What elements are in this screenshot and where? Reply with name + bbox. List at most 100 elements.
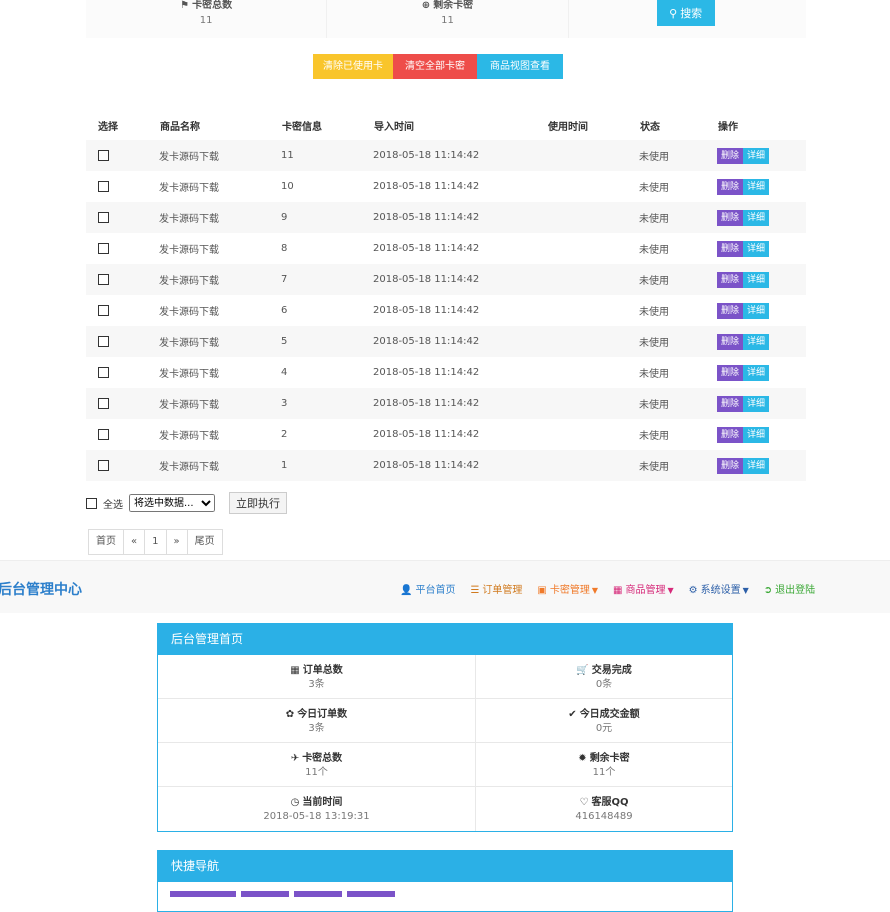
home-stat-label: 今日订单数 bbox=[297, 709, 348, 720]
import-time: 2018-05-18 11:14:42 bbox=[373, 429, 480, 440]
import-time: 2018-05-18 11:14:42 bbox=[373, 305, 480, 316]
product-icon: ▦ bbox=[613, 585, 623, 596]
row-checkbox[interactable] bbox=[98, 366, 109, 378]
card-info: 8 bbox=[281, 243, 288, 254]
row-checkbox[interactable] bbox=[98, 242, 109, 254]
import-time: 2018-05-18 11:14:42 bbox=[373, 336, 480, 347]
product-name: 发卡源码下载 bbox=[159, 400, 219, 411]
detail-button[interactable]: 详细 bbox=[743, 426, 770, 443]
flag-icon: ⚑ bbox=[180, 0, 190, 11]
detail-button[interactable]: 详细 bbox=[743, 147, 770, 164]
delete-button[interactable]: 删除 bbox=[717, 302, 744, 319]
table-row: 发卡源码下载 7 2018-05-18 11:14:42 未使用 删除 详细 bbox=[86, 264, 806, 295]
cards-table: 选择 商品名称 卡密信息 导入时间 使用时间 状态 操作 发卡源码下载 11 201… bbox=[86, 110, 806, 481]
row-checkbox[interactable] bbox=[98, 211, 109, 223]
delete-button[interactable]: 删除 bbox=[717, 333, 744, 350]
detail-button[interactable]: 详细 bbox=[743, 209, 770, 226]
row-checkbox[interactable] bbox=[98, 335, 109, 347]
nav-item[interactable]: ☰ 订单管理 bbox=[470, 581, 522, 596]
row-checkbox[interactable] bbox=[98, 459, 109, 471]
use-time bbox=[547, 140, 639, 171]
status-label: 未使用 bbox=[639, 462, 669, 473]
use-time bbox=[547, 202, 639, 233]
row-checkbox[interactable] bbox=[98, 428, 109, 440]
row-checkbox[interactable] bbox=[98, 397, 109, 409]
use-time bbox=[547, 450, 639, 481]
search-cell: ⚲ 搜索 bbox=[568, 0, 806, 38]
brand-title[interactable]: 后台管理中心 bbox=[0, 579, 82, 599]
card-info: 3 bbox=[281, 398, 288, 409]
delete-button[interactable]: 删除 bbox=[717, 147, 744, 164]
status-label: 未使用 bbox=[639, 307, 669, 318]
check-icon: ✔ bbox=[568, 709, 577, 720]
delete-button[interactable]: 删除 bbox=[717, 240, 744, 257]
page-prev[interactable]: « bbox=[124, 530, 146, 554]
page-last[interactable]: 尾页 bbox=[188, 530, 222, 554]
delete-button[interactable]: 删除 bbox=[717, 178, 744, 195]
clear-used-button[interactable]: 清除已使用卡密 bbox=[313, 54, 393, 97]
nav-item[interactable]: ⚙ 系统设置 ▼ bbox=[689, 581, 749, 596]
home-stat: ♡ 客服QQ 416148489 bbox=[476, 787, 732, 831]
row-checkbox[interactable] bbox=[98, 304, 109, 316]
detail-button[interactable]: 详细 bbox=[743, 395, 770, 412]
quick-nav-button[interactable] bbox=[347, 891, 395, 897]
quick-nav-button[interactable] bbox=[241, 891, 289, 897]
table-row: 发卡源码下载 2 2018-05-18 11:14:42 未使用 删除 详细 bbox=[86, 419, 806, 450]
status-label: 未使用 bbox=[639, 369, 669, 380]
detail-button[interactable]: 详细 bbox=[743, 333, 770, 350]
delete-button[interactable]: 删除 bbox=[717, 209, 744, 226]
search-label: 搜索 bbox=[680, 7, 703, 20]
home-stat: ✈ 卡密总数 11个 bbox=[158, 743, 476, 787]
nav-item[interactable]: ➲ 退出登陆 bbox=[764, 581, 815, 596]
quick-nav-button[interactable] bbox=[170, 891, 236, 897]
detail-button[interactable]: 详细 bbox=[743, 271, 770, 288]
card-info: 10 bbox=[281, 181, 294, 192]
home-stat-value: 2018-05-18 13:19:31 bbox=[263, 811, 370, 822]
row-checkbox[interactable] bbox=[98, 180, 109, 192]
page-current[interactable]: 1 bbox=[145, 530, 167, 554]
col-actions: 操作 bbox=[718, 121, 738, 133]
nav-item[interactable]: ▣ 卡密管理 ▼ bbox=[537, 581, 598, 596]
table-row: 发卡源码下载 9 2018-05-18 11:14:42 未使用 删除 详细 bbox=[86, 202, 806, 233]
home-stats-grid: ▦ 订单总数 3条 🛒 交易完成 0条 ✿ 今日订单数 3条 ✔ 今日成交金额 0元 ✈ 卡密总数 11个 ✹… bbox=[158, 655, 732, 831]
chevron-down-icon: ▼ bbox=[742, 586, 749, 595]
delete-button[interactable]: 删除 bbox=[717, 426, 744, 443]
card-total-label: 卡密总数 bbox=[192, 0, 233, 11]
detail-button[interactable]: 详细 bbox=[743, 302, 770, 319]
product-view-button[interactable]: 商品视图查看 bbox=[477, 54, 563, 79]
detail-button[interactable]: 详细 bbox=[743, 457, 770, 474]
table-row: 发卡源码下载 8 2018-05-18 11:14:42 未使用 删除 详细 bbox=[86, 233, 806, 264]
detail-button[interactable]: 详细 bbox=[743, 240, 770, 257]
table-row: 发卡源码下载 11 2018-05-18 11:14:42 未使用 删除 详细 bbox=[86, 140, 806, 171]
detail-button[interactable]: 详细 bbox=[743, 178, 770, 195]
nav-item-label: 退出登陆 bbox=[775, 585, 816, 596]
use-time bbox=[547, 419, 639, 450]
chevron-down-icon: ▼ bbox=[667, 586, 674, 595]
row-checkbox[interactable] bbox=[98, 273, 109, 285]
row-checkbox[interactable] bbox=[98, 149, 109, 161]
home-panel: 后台管理首页 ▦ 订单总数 3条 🛒 交易完成 0条 ✿ 今日订单数 3条 ✔ 今日成交金额 0元 ✈ 卡… bbox=[157, 623, 733, 832]
delete-button[interactable]: 删除 bbox=[717, 395, 744, 412]
nav-item[interactable]: 👤 平台首页 bbox=[400, 581, 455, 596]
bulk-action-select[interactable]: 将选中数据... bbox=[129, 494, 215, 512]
product-name: 发卡源码下载 bbox=[159, 214, 219, 225]
quick-nav-button[interactable] bbox=[294, 891, 342, 897]
delete-button[interactable]: 删除 bbox=[717, 457, 744, 474]
detail-button[interactable]: 详细 bbox=[743, 364, 770, 381]
clear-all-button[interactable]: 清空全部卡密 bbox=[393, 54, 477, 79]
page-next[interactable]: » bbox=[167, 530, 188, 554]
delete-button[interactable]: 删除 bbox=[717, 364, 744, 381]
page-first[interactable]: 首页 bbox=[89, 530, 124, 554]
import-time: 2018-05-18 11:14:42 bbox=[373, 181, 480, 192]
home-stat-label: 交易完成 bbox=[591, 665, 632, 676]
card-remaining-value: 11 bbox=[441, 15, 454, 26]
import-time: 2018-05-18 11:14:42 bbox=[373, 274, 480, 285]
search-button[interactable]: ⚲ 搜索 bbox=[656, 0, 715, 26]
product-name: 发卡源码下载 bbox=[159, 152, 219, 163]
nav-item[interactable]: ▦ 商品管理 ▼ bbox=[613, 581, 674, 596]
delete-button[interactable]: 删除 bbox=[717, 271, 744, 288]
select-all-checkbox[interactable] bbox=[86, 497, 97, 509]
home-stat-value: 0条 bbox=[595, 679, 613, 690]
table-header: 选择 商品名称 卡密信息 导入时间 使用时间 状态 操作 bbox=[86, 110, 806, 140]
execute-button[interactable]: 立即执行 bbox=[229, 492, 287, 514]
